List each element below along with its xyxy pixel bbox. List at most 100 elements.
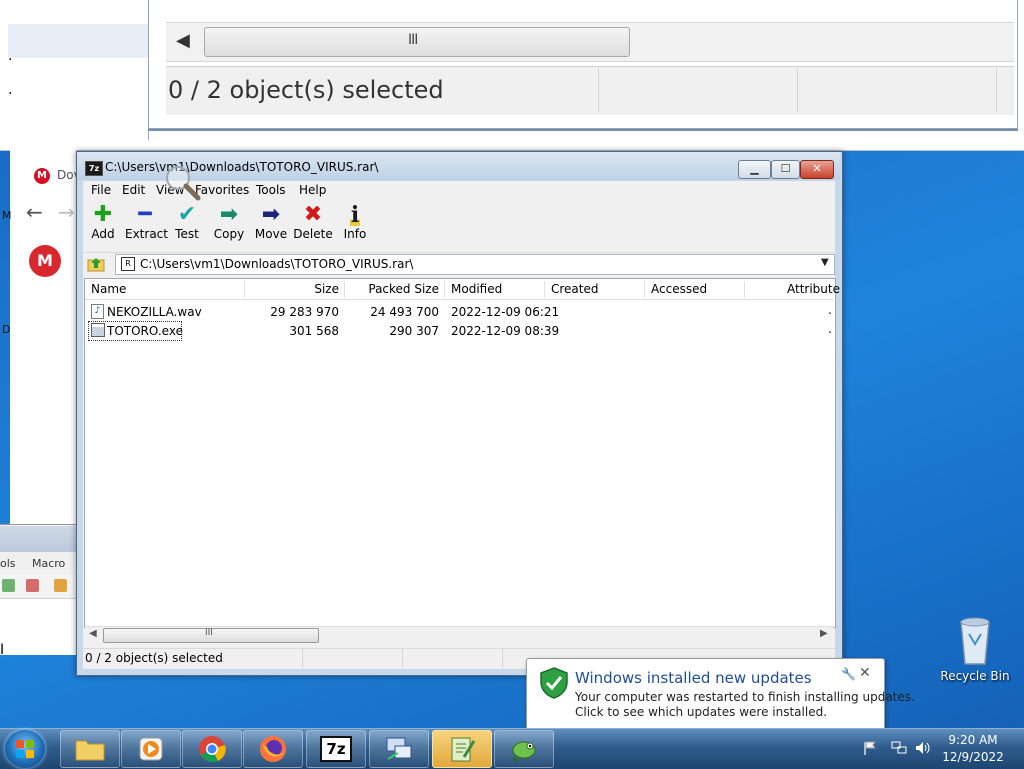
status-divider — [302, 648, 303, 668]
taskbar-notepad-plus-plus[interactable] — [432, 730, 492, 768]
column-header-attributes[interactable]: Attribute — [787, 282, 840, 296]
copy-label: Copy — [213, 227, 245, 241]
taskbar-7zip[interactable]: 7z — [306, 730, 366, 768]
scroll-left-arrow-icon[interactable]: ◀ — [89, 628, 97, 639]
volume-icon[interactable] — [914, 740, 932, 756]
notepad-titlebar[interactable] — [0, 526, 76, 552]
windows-logo-icon — [16, 740, 34, 758]
extract-label: Extract — [125, 227, 168, 241]
recycle-bin-label[interactable]: Recycle Bin — [939, 669, 1011, 683]
address-text[interactable]: C:\Users\vm1\Downloads\TOTORO_VIRUS.rar\ — [140, 257, 413, 271]
taskbar-game[interactable] — [494, 730, 554, 768]
firefox-icon — [260, 736, 286, 762]
info-button[interactable]: i Info — [335, 204, 375, 248]
status-divider — [402, 648, 403, 668]
taskbar-explorer[interactable] — [60, 730, 120, 768]
column-divider[interactable] — [344, 281, 345, 298]
network-tray-icon[interactable] — [890, 740, 908, 756]
file-attributes: . — [828, 322, 832, 336]
clock-date[interactable]: 12/9/2022 — [935, 750, 1011, 764]
column-header-packed-size[interactable]: Packed Size — [346, 282, 439, 296]
move-button[interactable]: ➡ Move — [251, 204, 291, 248]
clock-time[interactable]: 9:20 AM — [935, 733, 1011, 747]
column-header-size[interactable]: Size — [246, 282, 339, 296]
notepad-editor[interactable] — [0, 598, 76, 655]
start-button[interactable] — [5, 730, 45, 768]
close-icon[interactable]: ✕ — [859, 665, 871, 681]
column-divider[interactable] — [744, 281, 745, 298]
menu-item-tools[interactable]: ols — [0, 557, 16, 570]
delete-x-icon: ✖ — [303, 202, 323, 227]
delete-button[interactable]: ✖ Delete — [293, 204, 333, 248]
notification-title[interactable]: Windows installed new updates — [575, 669, 812, 687]
archive-icon: R — [121, 257, 135, 271]
move-label: Move — [254, 227, 288, 241]
file-modified: 2022-12-09 08:39 — [451, 324, 560, 338]
column-divider[interactable] — [544, 281, 545, 298]
add-button[interactable]: ✚ Add — [83, 204, 123, 248]
file-packed-size: 24 493 700 — [370, 305, 439, 319]
text-cursor-icon: I — [0, 642, 5, 658]
magnifier-left-highlight — [8, 24, 148, 58]
notepad-icon — [451, 737, 476, 762]
taskbar-media-player[interactable] — [121, 730, 181, 768]
magnifier-status-text: 0 / 2 object(s) selected — [168, 76, 444, 104]
notification-body[interactable]: Click to see which updates were installe… — [575, 705, 827, 719]
info-label: Info — [343, 227, 367, 241]
column-header-accessed[interactable]: Accessed — [651, 282, 707, 296]
7zip-icon: 7z — [320, 736, 352, 762]
close-button[interactable]: ✕ — [800, 160, 834, 179]
menu-item-favorites[interactable]: Favorites — [195, 183, 249, 197]
test-button[interactable]: ✔ Test — [167, 204, 207, 248]
mega-favicon-icon[interactable]: M — [34, 168, 50, 184]
taskbar-firefox[interactable] — [243, 730, 303, 768]
minus-icon: ━ — [138, 202, 152, 227]
column-header-created[interactable]: Created — [551, 282, 599, 296]
minimize-button[interactable]: ▁ — [738, 160, 771, 179]
maximize-button[interactable]: ☐ — [771, 160, 800, 179]
copy-button[interactable]: ➡ Copy — [209, 204, 249, 248]
folder-up-icon[interactable] — [87, 255, 105, 273]
recycle-bin-icon[interactable] — [945, 614, 1005, 666]
back-arrow-icon[interactable]: ← — [26, 200, 43, 224]
chameleon-icon — [512, 741, 536, 762]
file-name[interactable]: NEKOZILLA.wav — [107, 305, 202, 319]
chrome-icon — [199, 736, 226, 763]
chevron-down-icon[interactable]: ▼ — [821, 257, 829, 268]
sync-icon[interactable] — [54, 579, 67, 592]
taskbar-network-tool[interactable] — [369, 730, 429, 768]
column-divider[interactable] — [244, 281, 245, 298]
column-header-name[interactable]: Name — [91, 282, 126, 296]
forward-arrow-icon[interactable]: → — [58, 200, 75, 224]
menu-item-help[interactable]: Help — [299, 183, 326, 197]
column-divider[interactable] — [444, 281, 445, 298]
executable-file-icon — [91, 323, 105, 337]
zoom-in-icon[interactable] — [2, 579, 15, 592]
file-size: 29 283 970 — [270, 305, 339, 319]
menu-item-file[interactable]: File — [91, 183, 111, 197]
mega-logo-icon[interactable]: M — [29, 245, 61, 277]
audio-file-icon: ♪ — [91, 304, 104, 319]
status-divider — [797, 68, 798, 112]
action-center-flag-icon[interactable] — [862, 740, 878, 756]
column-header-modified[interactable]: Modified — [451, 282, 502, 296]
scroll-right-arrow-icon[interactable]: ▶ — [820, 628, 828, 639]
file-attributes: . — [828, 303, 832, 317]
scroll-grip: III — [408, 32, 418, 48]
taskbar-chrome[interactable] — [182, 730, 242, 768]
menu-item-tools[interactable]: Tools — [256, 183, 286, 197]
column-divider[interactable] — [644, 281, 645, 298]
file-packed-size: 290 307 — [389, 324, 439, 338]
menu-item-edit[interactable]: Edit — [122, 183, 145, 197]
zoom-out-icon[interactable] — [26, 579, 39, 592]
network-icon — [386, 737, 412, 760]
notification-body[interactable]: Your computer was restarted to finish in… — [575, 690, 915, 704]
sevenzip-app-icon: 7z — [85, 161, 103, 176]
scroll-left-arrow-icon: ◀ — [176, 30, 190, 51]
check-icon: ✔ — [177, 202, 197, 227]
status-text: 0 / 2 object(s) selected — [85, 651, 223, 665]
wrench-icon[interactable]: 🔧 — [841, 667, 856, 681]
file-name[interactable]: TOTORO.exe — [107, 324, 183, 338]
menu-item-macro[interactable]: Macro — [32, 557, 65, 570]
extract-button[interactable]: ━ Extract — [125, 202, 168, 248]
